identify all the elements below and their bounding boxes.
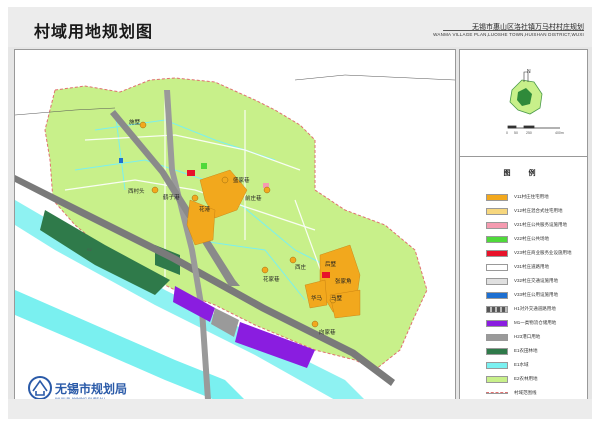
public-field — [201, 163, 207, 169]
village-label: 西庄 — [295, 265, 307, 271]
page-frame: 村域用地规划图 无锡市惠山区洛社镇万马村村庄规划 WANMA VILLAGE P… — [8, 7, 592, 419]
village-label: 马墅 — [331, 296, 343, 302]
land-use-map[interactable]: 施墅 西村头 鹤子港 花港 盛家巷 前庄巷 后墅 张家角 西庄 花家巷 华马 马… — [14, 49, 456, 401]
legend-item: V12村庄混合式住宅用地 — [486, 206, 563, 216]
legend-item: H23港口用地 — [486, 332, 540, 342]
project-name-en: WANMA VILLAGE PLAN,LUOSHE TOWN,HUISHAN D… — [433, 32, 584, 37]
legend-item: E1水域 — [486, 360, 529, 370]
legend-item: V11村庄住宅用地 — [486, 192, 549, 202]
village-label: 向家巷 — [319, 330, 336, 336]
legend-swatch — [486, 392, 508, 394]
commercial-spot-2 — [322, 272, 330, 278]
legend-label: V12村庄混合式住宅用地 — [514, 208, 563, 213]
legend-swatch — [486, 263, 508, 271]
legend-swatch — [486, 361, 508, 369]
legend-swatch — [486, 305, 508, 313]
legend-item: V23村庄商业服务业设施用地 — [486, 248, 572, 258]
legend-swatch — [486, 319, 508, 327]
legend-item: V22村庄公共场地 — [486, 234, 549, 244]
title-bar: 村域用地规划图 无锡市惠山区洛社镇万马村村庄规划 WANMA VILLAGE P… — [8, 7, 592, 47]
legend-label: V11村庄住宅用地 — [514, 194, 549, 199]
legend-label: V23村庄商业服务业设施用地 — [514, 250, 572, 255]
legend-item: V32村庄交通设施用地 — [486, 276, 558, 286]
village-label: 华马 — [311, 296, 323, 302]
legend-label: 村域范围线 — [514, 390, 537, 395]
legend-item: 村域范围线 — [486, 388, 537, 398]
legend-label: E2农林用地 — [514, 376, 538, 381]
public-facility — [119, 158, 123, 163]
legend-swatch — [486, 333, 508, 341]
legend-swatch — [486, 375, 508, 383]
legend-label: E1水域 — [514, 362, 529, 367]
legend-swatch — [486, 277, 508, 285]
legend-label: H23港口用地 — [514, 334, 541, 339]
bureau-name: 无锡市规划局 — [55, 382, 128, 396]
legend-label: V32村庄交通设施用地 — [514, 278, 559, 283]
legend-item: V31村庄道路用地 — [486, 262, 549, 272]
legend-label: V21村庄公共服务设施用地 — [514, 222, 568, 227]
village-label: 花家巷 — [263, 277, 280, 283]
village-label: 前庄巷 — [245, 196, 262, 202]
road-label: G2 — [87, 248, 92, 252]
legend-swatch — [486, 347, 508, 355]
commercial-spot — [187, 170, 195, 176]
scale-label: 50 — [514, 131, 518, 135]
legend-swatch — [486, 221, 508, 229]
subtitle-divider — [443, 30, 584, 31]
footer-bar — [8, 399, 592, 419]
legend-label: M1一类物流仓储用地 — [514, 320, 557, 325]
legend-panel: N 0 50 250 400m 图 例 V11村庄住宅用地 V12村庄混合式住宅用… — [459, 49, 588, 401]
legend-title: 图 例 — [503, 170, 544, 177]
village-label: 西村头 — [128, 189, 145, 195]
scale-label: 400m — [555, 131, 564, 135]
village-label: 后墅 — [325, 262, 337, 268]
legend-item: V33村庄公用设施用地 — [486, 290, 558, 300]
village-label: 鹤子港 — [163, 195, 180, 201]
legend-label: V22村庄公共场地 — [514, 236, 550, 241]
legend-item: H1对外交通道路用地 — [486, 304, 556, 314]
village-label: 盛家巷 — [233, 178, 250, 184]
legend-item: M1一类物流仓储用地 — [486, 318, 556, 328]
legend-swatch — [486, 291, 508, 299]
legend-item: V21村庄公共服务设施用地 — [486, 220, 567, 230]
north-arrow-label: N — [527, 69, 531, 75]
legend-item: E1农田林地 — [486, 346, 538, 356]
scale-label: 250 — [526, 131, 532, 135]
legend-swatch — [486, 193, 508, 201]
legend-label: E1农田林地 — [514, 348, 538, 353]
bureau-logo — [27, 375, 53, 400]
legend-label: H1对外交通道路用地 — [514, 306, 556, 311]
legend-swatch — [486, 207, 508, 215]
map-title: 村域用地规划图 — [34, 24, 154, 41]
village-label: 施墅 — [129, 120, 141, 126]
village-label: 张家角 — [335, 279, 352, 285]
village-label: 花港 — [199, 207, 211, 213]
legend-label: V33村庄公用设施用地 — [514, 292, 559, 297]
scale-label: 0 — [506, 131, 508, 135]
legend-label: V31村庄道路用地 — [514, 264, 550, 269]
map-canvas — [15, 74, 455, 400]
legend-item: E2农林用地 — [486, 374, 538, 384]
legend-swatch — [486, 249, 508, 257]
legend-swatch — [486, 235, 508, 243]
location-inset-map: N 0 50 250 400m — [460, 50, 587, 157]
